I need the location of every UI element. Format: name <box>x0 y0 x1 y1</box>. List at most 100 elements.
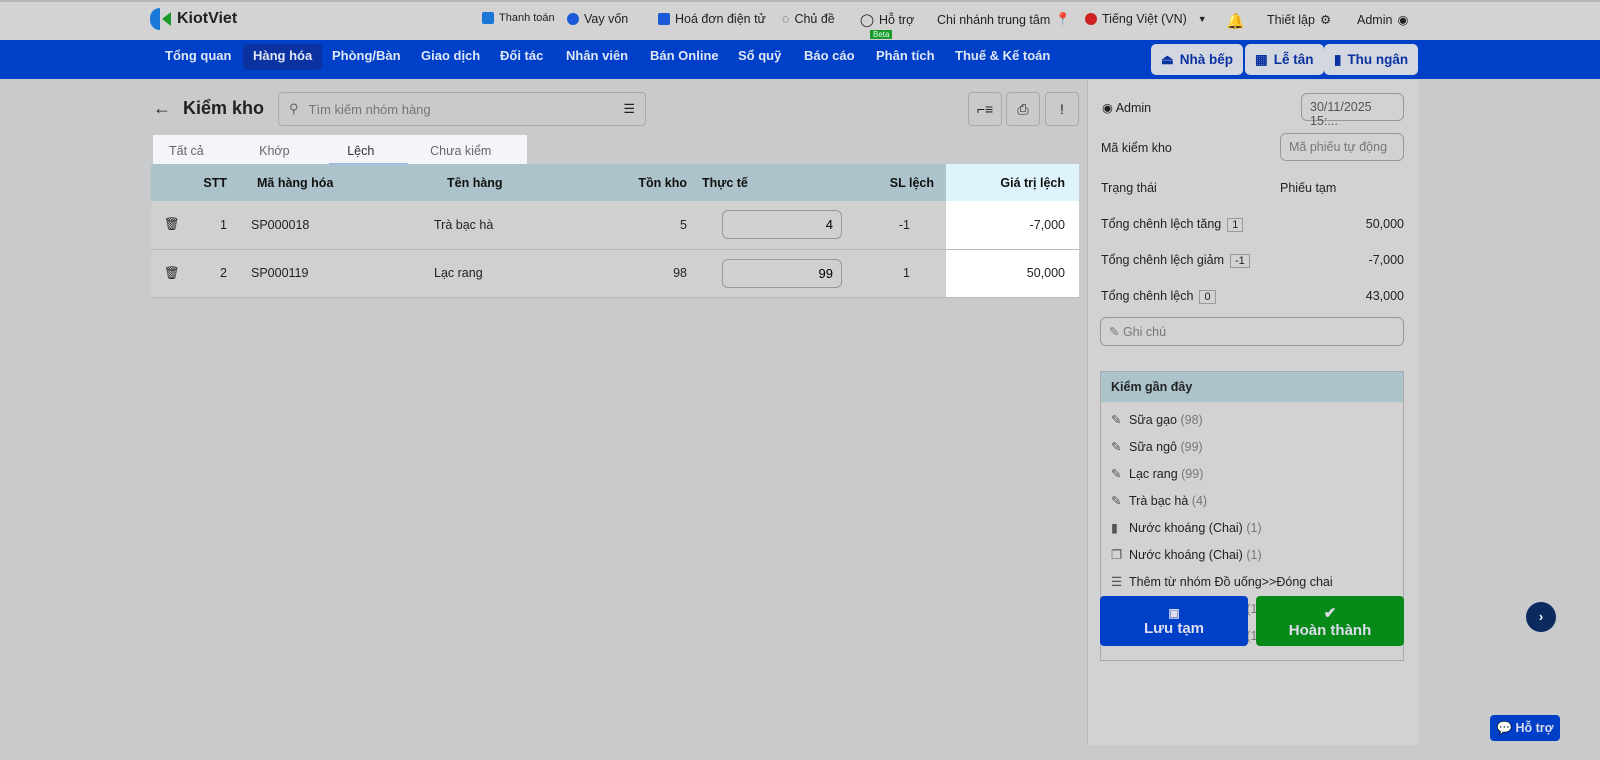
status-label: Trạng thái <box>1101 181 1157 195</box>
panel-user: ◉ Admin <box>1102 100 1151 115</box>
recent-item[interactable]: ✎ Lạc rang (99) <box>1101 460 1403 487</box>
settings-label: Thiết lập <box>1267 12 1315 27</box>
panel-user-name: Admin <box>1115 101 1152 115</box>
total-label: Tổng chênh lệch <box>1101 289 1194 303</box>
recent-item[interactable]: ✎ Trà bạc hà (4) <box>1101 487 1403 514</box>
complete-button[interactable]: ✔ Hoàn thành <box>1256 596 1404 646</box>
nav-item[interactable]: Bán Online <box>640 44 729 70</box>
branch-selector[interactable]: Chi nhánh trung tâm 📍 <box>937 12 1071 27</box>
nav-item[interactable]: Phòng/Bàn <box>322 44 411 70</box>
nav-item[interactable]: Đối tác <box>490 44 553 70</box>
money-bag-icon <box>567 13 579 25</box>
expand-chevron-icon[interactable]: › <box>1526 602 1556 632</box>
datetime-field[interactable]: 30/11/2025 15:... <box>1301 93 1404 128</box>
theme-label: Chủ đề <box>794 12 835 26</box>
total-row: Tổng chênh lệch 0 <box>1101 289 1216 304</box>
code-input[interactable]: Mã phiếu tự động <box>1280 133 1404 161</box>
recent-title: Kiểm gần đây <box>1101 372 1403 402</box>
kiotviet-logo[interactable]: KiotViet <box>150 8 237 30</box>
recent-item[interactable]: ☰ Thêm từ nhóm Đồ uống>>Đóng chai <box>1101 568 1403 595</box>
nav-item[interactable]: Thuế & Kế toán <box>945 44 1060 70</box>
row-diff: 1 <box>842 249 946 298</box>
search-input[interactable] <box>308 101 614 117</box>
barcode-scanner-button[interactable]: ⌐≡ <box>968 92 1002 126</box>
trash-icon: ▮ <box>1111 521 1118 535</box>
more-button[interactable]: ! <box>1045 92 1079 126</box>
increase-count: 1 <box>1227 218 1244 232</box>
recent-item-count: (4) <box>1191 493 1208 508</box>
row-stock: 5 <box>557 201 687 250</box>
recent-item-count: (98) <box>1180 412 1203 427</box>
payment-link[interactable]: Thanh toán <box>482 12 555 24</box>
actual-qty-input[interactable] <box>722 210 842 240</box>
user-menu[interactable]: Admin ◉ <box>1357 12 1409 28</box>
tab-deviated[interactable]: Lệch (2) <box>329 135 409 190</box>
cashier-button[interactable]: ▮ Thu ngân <box>1324 44 1419 75</box>
recent-item[interactable]: ✎ Sữa gạo (98) <box>1101 406 1403 433</box>
nav-item[interactable]: Báo cáo <box>794 44 865 70</box>
row-code: SP000018 <box>237 201 407 250</box>
tab-unchecked[interactable]: Chưa kiểm (0) <box>408 135 527 190</box>
total-value: 43,000 <box>1365 289 1404 303</box>
pencil-icon: ✎ <box>1111 494 1122 508</box>
loan-link[interactable]: Vay vốn <box>567 12 628 26</box>
floppy-icon: ▣ <box>1168 605 1180 620</box>
reception-button[interactable]: ▦ Lễ tân <box>1245 44 1324 75</box>
beta-badge: Beta <box>870 30 893 39</box>
recent-item[interactable]: ▮ Nước khoáng (Chai) (1) <box>1101 514 1403 541</box>
recent-item-count: (1) <box>1246 547 1262 562</box>
row-stock: 98 <box>557 249 687 298</box>
user-circle-icon: ◉ <box>1102 101 1116 115</box>
copy-icon: ❐ <box>1111 548 1123 562</box>
support-link[interactable]: ◯ Hỗ trợ <box>860 12 914 28</box>
row-stt: 2 <box>187 249 237 298</box>
invoice-icon <box>658 13 670 25</box>
recent-item-count: (99) <box>1180 439 1203 454</box>
recent-item[interactable]: ✎ Sữa ngô (99) <box>1101 433 1403 460</box>
decrease-count: -1 <box>1230 254 1250 268</box>
pencil-icon: ✎ <box>1109 325 1123 339</box>
note-input[interactable]: ✎ Ghi chú <box>1100 317 1404 346</box>
nav-item[interactable]: Nhân viên <box>556 44 638 70</box>
status-value: Phiếu tạm <box>1280 181 1337 195</box>
nav-item[interactable]: Giao dịch <box>411 44 490 70</box>
kitchen-button[interactable]: ⏏ Nhà bếp <box>1151 44 1244 75</box>
recent-item-name: Sữa gạo <box>1129 412 1177 427</box>
delete-row-icon[interactable]: 🗑 <box>151 201 187 250</box>
row-diff-value: -7,000 <box>946 201 1079 250</box>
document-icon: ▮ <box>1334 51 1342 67</box>
recent-item-name: Nước khoáng (Chai) <box>1129 547 1243 562</box>
pencil-icon: ✎ <box>1111 467 1122 481</box>
col-actual: Thực tế <box>687 164 842 201</box>
bell-icon[interactable]: 🔔 <box>1226 12 1245 30</box>
user-circle-icon: ◉ <box>1397 13 1409 27</box>
recent-item[interactable]: ❐ Nước khoáng (Chai) (1) <box>1101 541 1403 568</box>
list-icon[interactable]: ☰ <box>623 101 635 117</box>
nav-item[interactable]: Phân tích <box>866 44 945 70</box>
note-placeholder: Ghi chú <box>1122 325 1167 339</box>
delete-row-icon[interactable]: 🗑 <box>151 249 187 298</box>
language-selector[interactable]: Tiếng Việt (VN) ▼ <box>1085 12 1207 26</box>
recent-item-name: Nước khoáng (Chai) <box>1129 520 1243 535</box>
increase-row: Tổng chênh lệch tăng 1 <box>1101 217 1244 232</box>
page-header: ← Kiểm kho <box>153 98 264 119</box>
einvoice-link[interactable]: Hoá đơn điện tử <box>658 12 766 26</box>
nav-item[interactable]: Tổng quan <box>155 44 241 70</box>
nav-item[interactable]: Hàng hóa <box>243 44 323 70</box>
save-draft-button[interactable]: ▣ Lưu tạm <box>1100 596 1248 646</box>
cashier-label: Thu ngân <box>1347 52 1409 67</box>
theme-link[interactable]: ◌ Chủ đề <box>782 12 835 26</box>
save-label: Lưu tạm <box>1143 619 1205 637</box>
back-arrow-icon[interactable]: ← <box>153 98 171 119</box>
branch-label: Chi nhánh trung tâm <box>937 12 1051 27</box>
recent-item-name: Lạc rang <box>1129 466 1178 481</box>
language-label: Tiếng Việt (VN) <box>1102 12 1187 26</box>
check-icon: ✔ <box>1323 604 1337 622</box>
tab-all[interactable]: Tất cả (4) <box>153 135 235 190</box>
actual-qty-input[interactable] <box>722 258 842 288</box>
help-button[interactable]: 💬 Hỗ trợ <box>1490 715 1560 741</box>
tab-matched[interactable]: Khớp (2) <box>235 135 329 190</box>
nav-item[interactable]: Sổ quỹ <box>728 44 791 70</box>
print-button[interactable]: ⎙ <box>1006 92 1040 126</box>
settings-link[interactable]: Thiết lập ⚙ <box>1267 12 1331 28</box>
